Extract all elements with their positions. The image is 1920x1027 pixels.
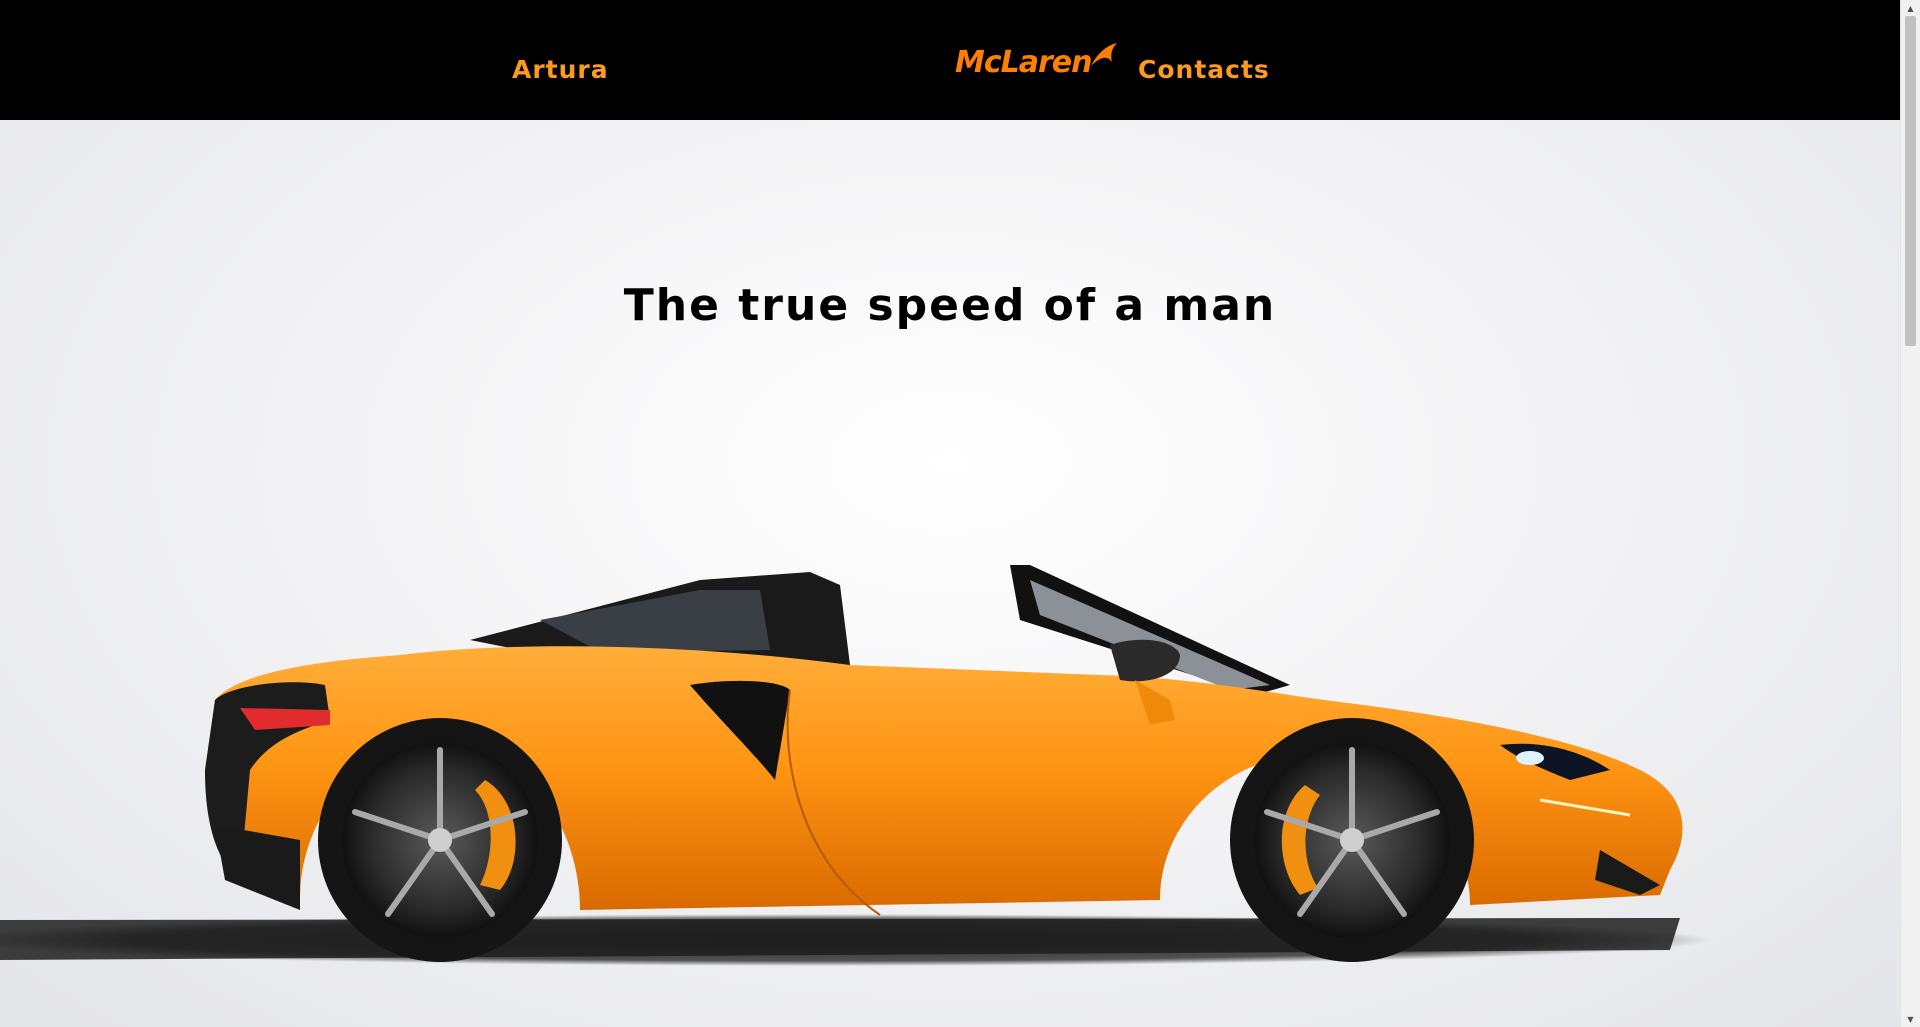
hero-headline: The true speed of a man: [623, 280, 1277, 331]
top-navbar: Artura McLaren Contacts: [0, 0, 1900, 120]
front-wheel: [1230, 718, 1474, 962]
car-image: [0, 565, 1710, 966]
logo-wordmark: McLaren: [955, 45, 1092, 80]
page: Artura McLaren Contacts The true speed o…: [0, 0, 1900, 1027]
nav-link-artura[interactable]: Artura: [512, 55, 609, 84]
nav-link-contacts[interactable]: Contacts: [1138, 55, 1270, 84]
hero-section: The true speed of a man: [0, 120, 1900, 1027]
scroll-down-icon[interactable]: ▼: [1901, 1011, 1920, 1027]
speedmark-icon: [1090, 43, 1117, 66]
rear-wheel: [318, 718, 562, 962]
scrollbar-thumb[interactable]: [1905, 16, 1916, 346]
scroll-up-icon[interactable]: ▲: [1901, 0, 1920, 16]
mclaren-logo[interactable]: McLaren: [955, 40, 1118, 80]
vertical-scrollbar[interactable]: ▲ ▼: [1900, 0, 1920, 1027]
